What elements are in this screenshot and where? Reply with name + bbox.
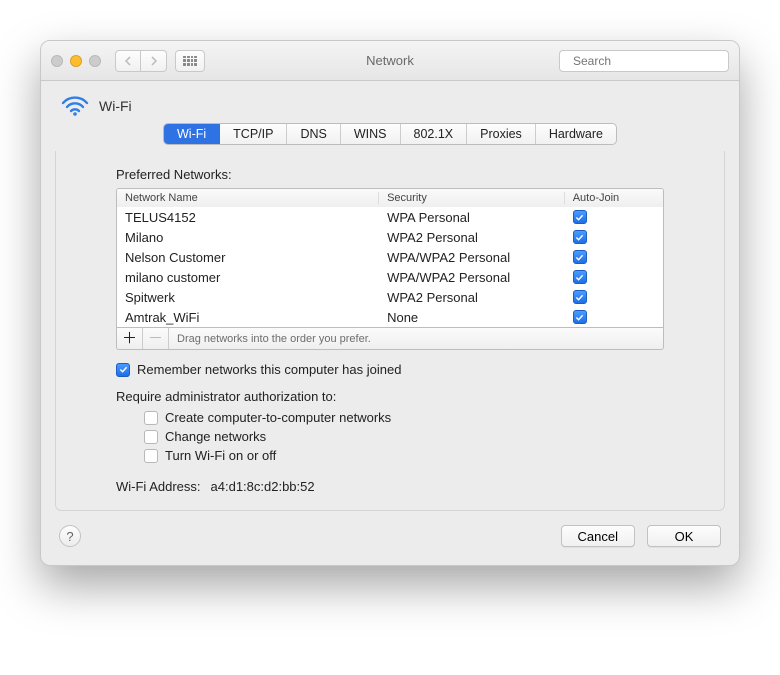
cell-network-name: Milano xyxy=(117,228,379,247)
cell-security: WPA/WPA2 Personal xyxy=(379,268,565,287)
cancel-button[interactable]: Cancel xyxy=(561,525,635,547)
cell-security: WPA/WPA2 Personal xyxy=(379,248,565,267)
pane-header: Wi-Fi xyxy=(41,81,739,123)
wifi-address-value: a4:d1:8c:d2:bb:52 xyxy=(211,479,315,494)
tab-hardware[interactable]: Hardware xyxy=(536,124,616,144)
require-option-checkbox[interactable] xyxy=(144,430,158,444)
require-option-row[interactable]: Create computer-to-computer networks xyxy=(144,410,664,425)
autojoin-checkbox[interactable] xyxy=(573,250,587,264)
content-panel: Preferred Networks: Network Name Securit… xyxy=(55,151,725,511)
titlebar: Network xyxy=(41,41,739,81)
add-remove-bar: ＋ － Drag networks into the order you pre… xyxy=(116,328,664,350)
table-header: Network Name Security Auto-Join xyxy=(117,189,663,207)
cell-security: WPA2 Personal xyxy=(379,228,565,247)
footer: ? Cancel OK xyxy=(41,525,739,565)
cell-auto-join[interactable] xyxy=(565,248,663,267)
back-button[interactable] xyxy=(115,50,141,72)
close-window-button[interactable] xyxy=(51,55,63,67)
tab-dns[interactable]: DNS xyxy=(287,124,340,144)
cell-security: None xyxy=(379,308,565,327)
autojoin-checkbox[interactable] xyxy=(573,210,587,224)
table-row[interactable]: milano customerWPA/WPA2 Personal xyxy=(117,267,663,287)
cell-auto-join[interactable] xyxy=(565,228,663,247)
table-row[interactable]: Amtrak_WiFiNone xyxy=(117,307,663,327)
cell-security: WPA Personal xyxy=(379,208,565,227)
cell-auto-join[interactable] xyxy=(565,208,663,227)
col-network-name[interactable]: Network Name xyxy=(117,192,379,204)
traffic-lights xyxy=(51,55,101,67)
minimize-window-button[interactable] xyxy=(70,55,82,67)
nav-buttons xyxy=(115,50,167,72)
table-row[interactable]: TELUS4152WPA Personal xyxy=(117,207,663,227)
wifi-address-row: Wi-Fi Address: a4:d1:8c:d2:bb:52 xyxy=(116,479,664,494)
require-option-label: Turn Wi-Fi on or off xyxy=(165,448,276,463)
cell-network-name: TELUS4152 xyxy=(117,208,379,227)
require-option-label: Create computer-to-computer networks xyxy=(165,410,391,425)
require-option-row[interactable]: Turn Wi-Fi on or off xyxy=(144,448,664,463)
tab-tcp-ip[interactable]: TCP/IP xyxy=(220,124,287,144)
forward-button[interactable] xyxy=(141,50,167,72)
require-option-checkbox[interactable] xyxy=(144,411,158,425)
drag-hint: Drag networks into the order you prefer. xyxy=(169,333,371,345)
autojoin-checkbox[interactable] xyxy=(573,230,587,244)
col-auto-join[interactable]: Auto-Join xyxy=(565,192,663,204)
cell-auto-join[interactable] xyxy=(565,268,663,287)
autojoin-checkbox[interactable] xyxy=(573,290,587,304)
search-input[interactable] xyxy=(571,53,730,69)
autojoin-checkbox[interactable] xyxy=(573,310,587,324)
tab-wi-fi[interactable]: Wi-Fi xyxy=(164,124,220,144)
table-row[interactable]: SpitwerkWPA2 Personal xyxy=(117,287,663,307)
require-option-checkbox[interactable] xyxy=(144,449,158,463)
add-network-button[interactable]: ＋ xyxy=(117,328,143,349)
search-field[interactable] xyxy=(559,50,729,72)
remove-network-button[interactable]: － xyxy=(143,328,169,349)
cell-network-name: Nelson Customer xyxy=(117,248,379,267)
preferred-networks-label: Preferred Networks: xyxy=(116,167,664,182)
grid-icon xyxy=(183,56,197,66)
tab-wins[interactable]: WINS xyxy=(341,124,401,144)
col-security[interactable]: Security xyxy=(379,192,565,204)
cell-auto-join[interactable] xyxy=(565,288,663,307)
zoom-window-button[interactable] xyxy=(89,55,101,67)
tab-proxies[interactable]: Proxies xyxy=(467,124,536,144)
cell-network-name: Amtrak_WiFi xyxy=(117,308,379,327)
cell-network-name: Spitwerk xyxy=(117,288,379,307)
table-row[interactable]: MilanoWPA2 Personal xyxy=(117,227,663,247)
remember-networks-row[interactable]: Remember networks this computer has join… xyxy=(116,362,664,377)
remember-networks-label: Remember networks this computer has join… xyxy=(137,362,401,377)
wifi-icon xyxy=(61,95,89,117)
show-all-button[interactable] xyxy=(175,50,205,72)
require-option-label: Change networks xyxy=(165,429,266,444)
cell-auto-join[interactable] xyxy=(565,308,663,327)
help-button[interactable]: ? xyxy=(59,525,81,547)
networks-table: Network Name Security Auto-Join TELUS415… xyxy=(116,188,664,328)
remember-networks-checkbox[interactable] xyxy=(116,363,130,377)
require-option-row[interactable]: Change networks xyxy=(144,429,664,444)
preferences-window: Network Wi-Fi Wi-FiTCP/IPDNSWINS802.1XPr… xyxy=(40,40,740,566)
cell-security: WPA2 Personal xyxy=(379,288,565,307)
ok-button[interactable]: OK xyxy=(647,525,721,547)
cell-network-name: milano customer xyxy=(117,268,379,287)
require-admin-label: Require administrator authorization to: xyxy=(116,389,664,404)
tab-802-1x[interactable]: 802.1X xyxy=(401,124,468,144)
tab-bar: Wi-FiTCP/IPDNSWINS802.1XProxiesHardware xyxy=(41,123,739,151)
table-row[interactable]: Nelson CustomerWPA/WPA2 Personal xyxy=(117,247,663,267)
pane-title: Wi-Fi xyxy=(99,98,132,114)
autojoin-checkbox[interactable] xyxy=(573,270,587,284)
wifi-address-label: Wi-Fi Address: xyxy=(116,479,201,494)
